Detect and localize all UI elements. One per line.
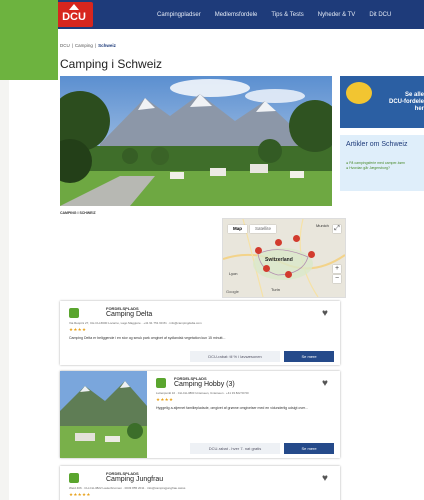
- banner-text: Se alle DCU-fordele her: [362, 92, 424, 113]
- nav-item-campingpladser[interactable]: Campingpladser: [157, 12, 201, 18]
- nav-item-medlemsfordele[interactable]: Medlemsfordele: [215, 12, 258, 18]
- campsite-card[interactable]: FORDELSPLADS Camping Hobby (3) ♥ Luttenp…: [60, 371, 340, 458]
- logo-text: DCU: [62, 11, 86, 23]
- fordelsplads-icon: [69, 473, 79, 483]
- breadcrumb-separator: |: [71, 43, 73, 48]
- map-pin-icon[interactable]: [263, 265, 270, 272]
- discount-info: DCU-rabat - hver 7. nat gratis: [190, 443, 280, 454]
- zoom-out-button[interactable]: −: [333, 275, 341, 283]
- map-pin-icon[interactable]: [255, 247, 262, 254]
- map-attribution: Google: [226, 289, 239, 294]
- campsite-card[interactable]: FORDELSPLADS Camping Delta ♥ Via Respini…: [60, 301, 340, 365]
- map-tab-map[interactable]: Map: [228, 225, 247, 233]
- breadcrumb-home[interactable]: DCU: [60, 43, 70, 48]
- hero-caption: CAMPING I SCHWEIZ: [60, 211, 96, 215]
- hero-landscape-illustration: [60, 76, 332, 206]
- campsite-map[interactable]: Map Satellite ⤢ + − Munich Switzerland L…: [222, 218, 346, 298]
- campsite-name[interactable]: Camping Hobby (3): [174, 381, 235, 388]
- map-pin-icon[interactable]: [308, 251, 315, 258]
- breadcrumb-camping[interactable]: Camping: [75, 43, 93, 48]
- see-more-button[interactable]: Se mere: [284, 351, 334, 362]
- hero-image: [60, 76, 332, 206]
- articles-box: Artikler om Schweiz På campingsferie med…: [340, 135, 424, 191]
- nav-menu: Campingpladser Medlemsfordele Tips & Tes…: [157, 0, 391, 29]
- favorite-heart-icon[interactable]: ♥: [322, 378, 328, 389]
- breadcrumb-separator: |: [94, 43, 97, 48]
- campsite-description: Camping Delta er beliggende i en stor og…: [69, 336, 226, 340]
- fordelsplads-icon: [69, 308, 79, 318]
- zoom-in-button[interactable]: +: [333, 265, 341, 273]
- fullscreen-icon[interactable]: ⤢: [333, 225, 341, 233]
- page-title: Camping i Schweiz: [60, 57, 163, 71]
- fordelsplads-icon: [156, 378, 166, 388]
- map-pin-icon[interactable]: [275, 239, 282, 246]
- map-label-lyon: Lyon: [229, 271, 238, 276]
- map-label-switzerland: Switzerland: [265, 257, 293, 263]
- favorite-heart-icon[interactable]: ♥: [322, 473, 328, 484]
- breadcrumb-current: Schweiz: [98, 43, 116, 48]
- map-label-turin: Turin: [271, 287, 280, 292]
- campsite-photo: [60, 371, 147, 458]
- campsite-description: Hyggelig a-stjernet familiepladsde, omgi…: [156, 406, 308, 410]
- top-navigation: DCU Campingpladser Medlemsfordele Tips &…: [9, 0, 424, 29]
- page: DCU Campingpladser Medlemsfordele Tips &…: [9, 0, 424, 500]
- campsite-address: Via Respini 27, CH-CH-6600 Locarno, Lago…: [69, 321, 202, 325]
- dcu-benefits-banner[interactable]: Se alle DCU-fordele her: [340, 76, 424, 128]
- campsite-name[interactable]: Camping Delta: [106, 311, 152, 318]
- banner-line-3: her: [414, 106, 424, 112]
- breadcrumb: DCU | Camping | Schweiz: [60, 43, 116, 48]
- rating-stars: ★★★★: [156, 397, 174, 402]
- discount-info: DCU-rabat: til % i lavsæsonen: [190, 351, 280, 362]
- dcu-logo[interactable]: DCU: [55, 2, 93, 27]
- see-more-button[interactable]: Se mere: [284, 443, 334, 454]
- map-tab-satellite[interactable]: Satellite: [250, 225, 277, 233]
- article-link[interactable]: Hvordan går Jægersborg?: [346, 166, 422, 171]
- map-pin-icon[interactable]: [285, 271, 292, 278]
- rating-stars: ★★★★★: [69, 492, 91, 497]
- green-accent-block: [0, 0, 58, 80]
- campsite-name[interactable]: Camping Jungfrau: [106, 476, 163, 483]
- rating-stars: ★★★★: [69, 327, 87, 332]
- campsite-address: Luttenpunkt 10 · CH-CH-3800 Unterseen, U…: [156, 391, 249, 395]
- map-pin-icon[interactable]: [293, 235, 300, 242]
- banner-line-1: Se alle: [404, 92, 424, 98]
- nav-item-tips-tests[interactable]: Tips & Tests: [271, 12, 303, 18]
- map-label-munich: Munich: [316, 223, 329, 228]
- articles-title: Artikler om Schweiz: [346, 141, 408, 148]
- articles-list: På campingsferie med camper-børn Hvordan…: [346, 161, 422, 171]
- nav-item-dit-dcu[interactable]: Dit DCU: [369, 12, 391, 18]
- favorite-heart-icon[interactable]: ♥: [322, 308, 328, 319]
- campsite-thumbnail[interactable]: [60, 371, 147, 458]
- campsite-card[interactable]: FORDELSPLADS Camping Jungfrau ♥ Weid 406…: [60, 466, 340, 500]
- banner-line-2: DCU-fordele: [388, 99, 424, 105]
- nav-item-nyheder-tv[interactable]: Nyheder & TV: [318, 12, 356, 18]
- campsite-address: Weid 406 · CH-CH-3822 Lauterbrunnen · 00…: [69, 486, 186, 490]
